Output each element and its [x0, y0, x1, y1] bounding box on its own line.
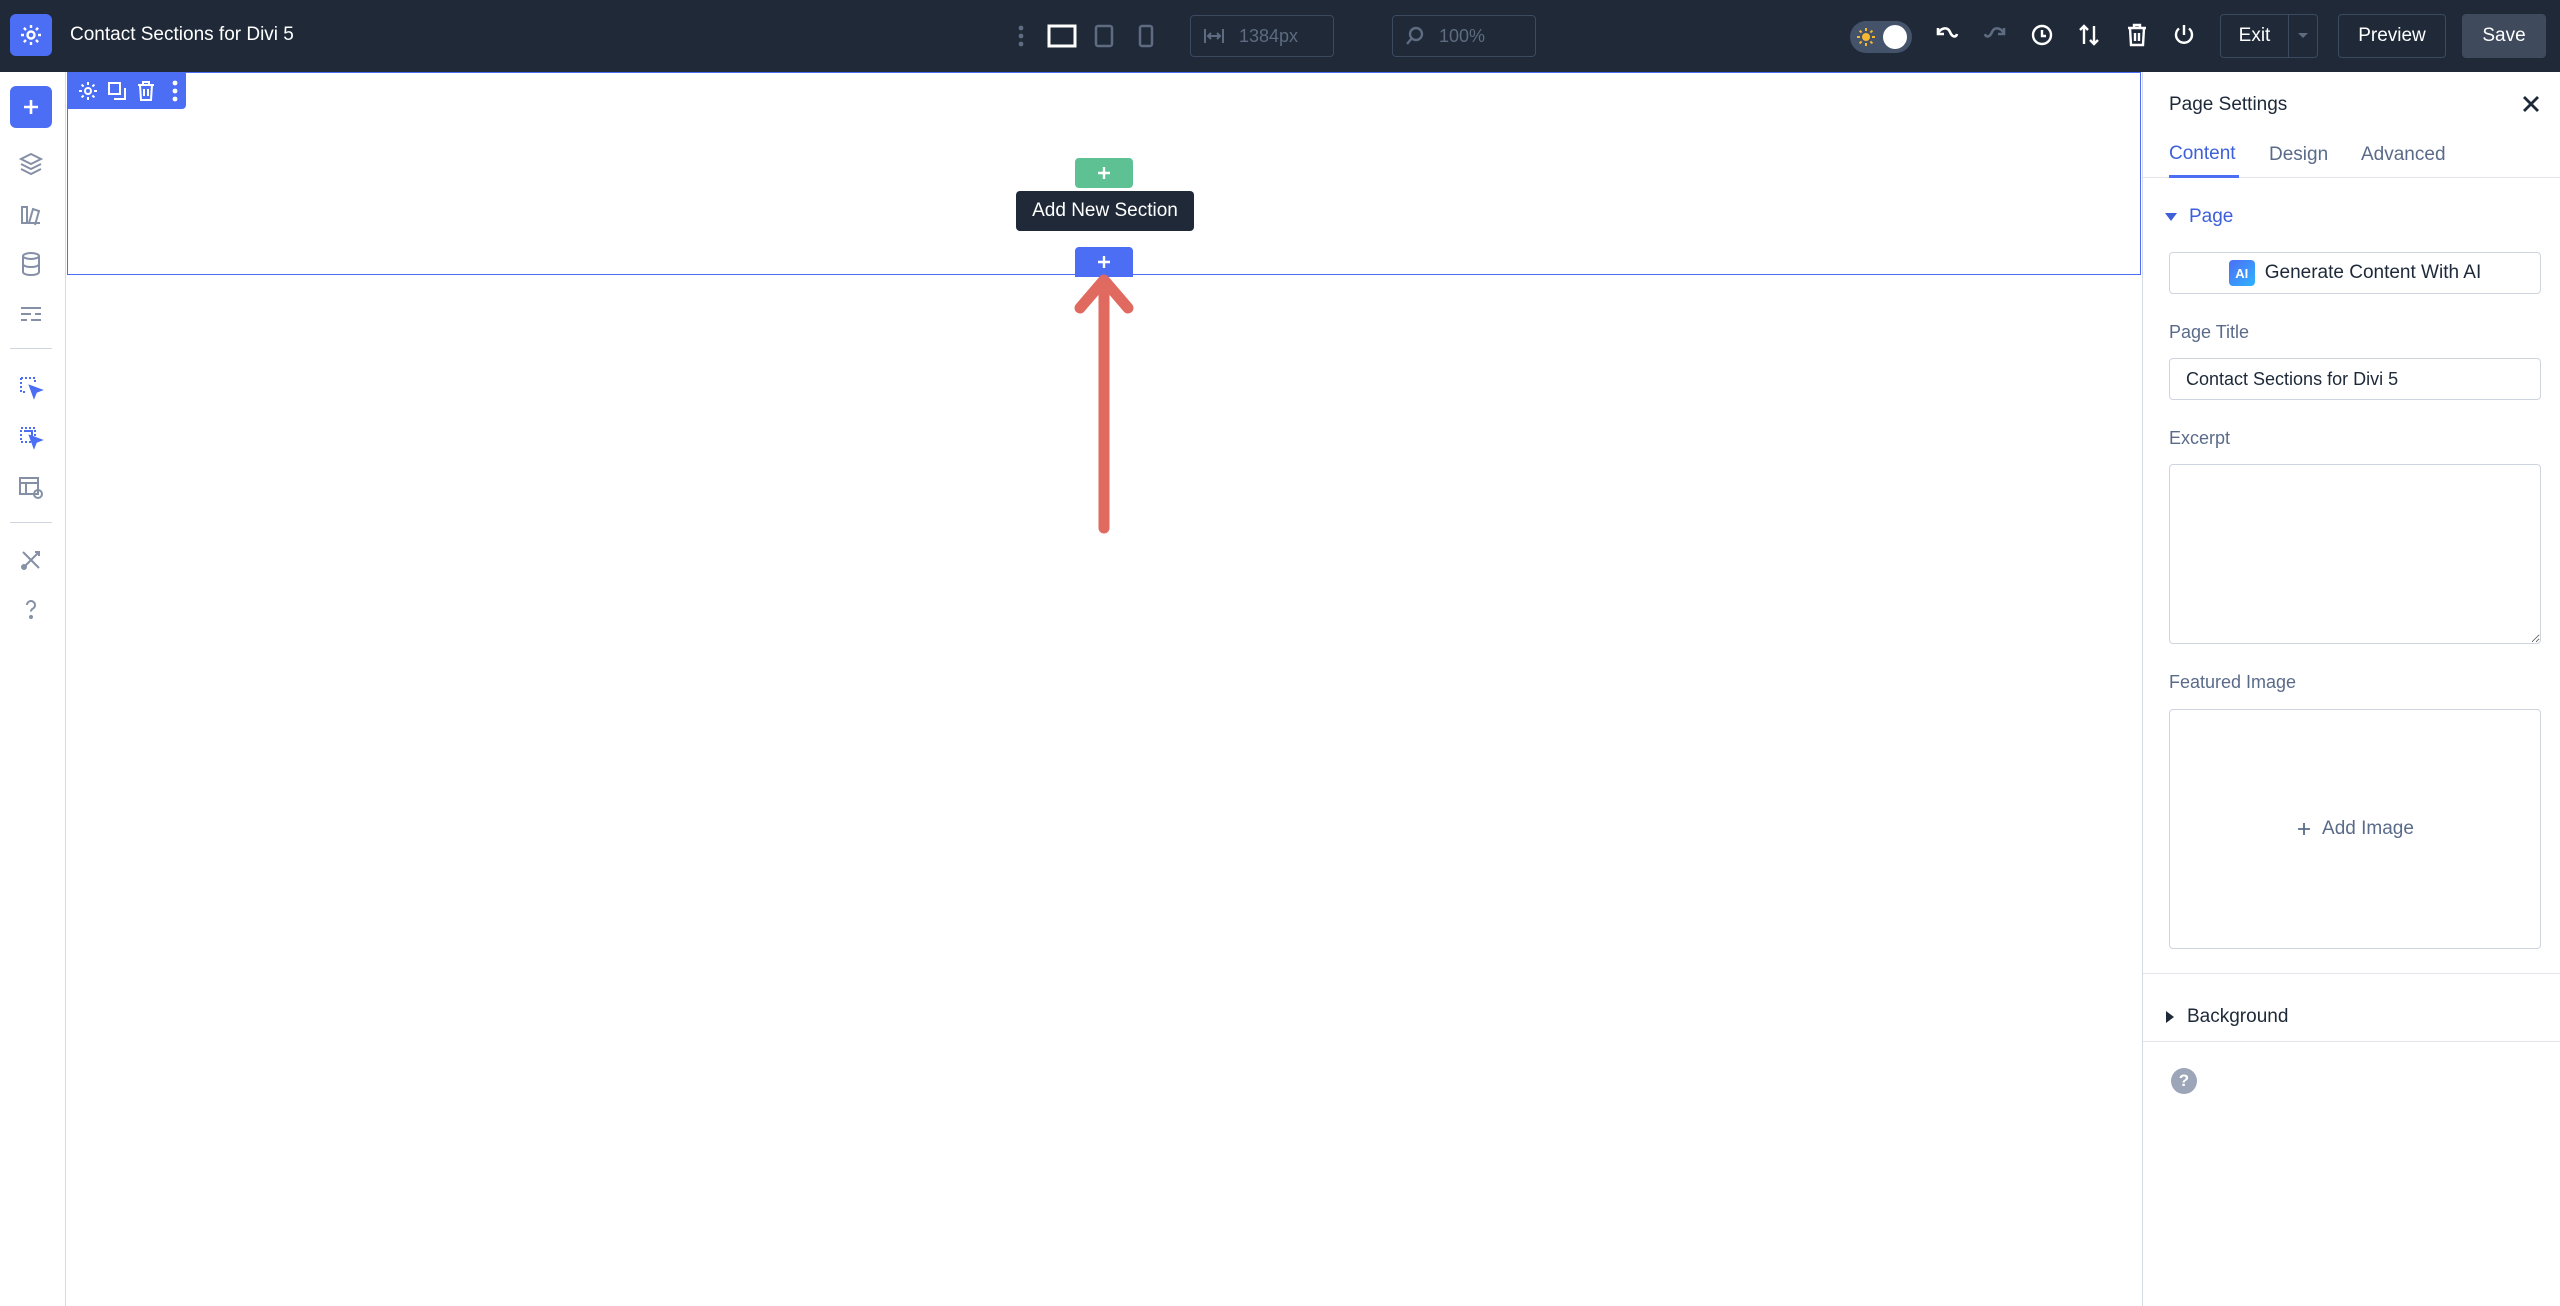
- excerpt-textarea[interactable]: [2169, 464, 2541, 644]
- exit-label: Exit: [2221, 15, 2289, 57]
- preview-button[interactable]: Preview: [2338, 14, 2446, 58]
- generate-content-ai-button[interactable]: AI Generate Content With AI: [2169, 252, 2541, 294]
- phone-view-icon[interactable]: [1133, 22, 1159, 50]
- width-arrows-icon: [1204, 29, 1224, 43]
- zoom-field[interactable]: 100%: [1392, 15, 1536, 57]
- more-options-icon[interactable]: [1010, 22, 1032, 50]
- zoom-icon: [1406, 26, 1424, 45]
- add-image-label: Add Image: [2322, 818, 2414, 839]
- trash-icon[interactable]: [2122, 20, 2152, 50]
- desktop-view-icon[interactable]: [1046, 22, 1078, 50]
- add-section-tooltip: Add New Section: [1016, 191, 1194, 231]
- plus-icon: [1098, 256, 1110, 268]
- add-row-button[interactable]: [1075, 158, 1133, 188]
- tablet-view-icon[interactable]: [1090, 22, 1118, 50]
- gear-icon: [21, 25, 41, 45]
- click-mode-icon[interactable]: [13, 370, 49, 406]
- panel-tabs: Content Design Advanced: [2143, 132, 2560, 178]
- portability-icon[interactable]: [2074, 20, 2104, 50]
- theme-toggle[interactable]: [1850, 21, 1912, 53]
- tab-advanced[interactable]: Advanced: [2361, 132, 2446, 178]
- canvas-width-field[interactable]: 1384px: [1190, 15, 1334, 57]
- close-icon[interactable]: [2517, 90, 2545, 118]
- tools-icon[interactable]: [13, 542, 49, 578]
- ai-button-label: Generate Content With AI: [2264, 262, 2482, 283]
- page-title-label: Page Title: [2169, 322, 2250, 342]
- plus-icon: [1098, 167, 1110, 179]
- section-settings-icon[interactable]: [77, 79, 98, 103]
- builder-canvas[interactable]: Add New Section: [66, 72, 2142, 1306]
- section-more-icon[interactable]: [165, 79, 186, 103]
- database-icon[interactable]: [13, 246, 49, 282]
- section-toolbar: [68, 73, 186, 109]
- sidebar-divider: [10, 522, 52, 523]
- plus-icon: [2298, 823, 2311, 835]
- undo-icon[interactable]: [1932, 20, 1962, 50]
- hover-mode-icon[interactable]: [13, 420, 49, 456]
- power-icon[interactable]: [2169, 20, 2199, 50]
- exit-dropdown-icon[interactable]: [2289, 15, 2317, 57]
- help-question-icon[interactable]: ?: [2171, 1068, 2197, 1094]
- group-page-label: Page: [2189, 206, 2234, 227]
- group-background-label: Background: [2187, 1006, 2289, 1027]
- divi-gear-logo-button[interactable]: [10, 14, 52, 56]
- page-title: Contact Sections for Divi 5: [70, 24, 294, 45]
- sidebar-divider: [10, 348, 52, 349]
- caret-right-icon: [2166, 1011, 2174, 1023]
- design-library-icon[interactable]: [13, 196, 49, 232]
- add-module-button[interactable]: [10, 86, 52, 128]
- excerpt-label: Excerpt: [2169, 428, 2231, 448]
- canvas-width-value: 1384px: [1239, 25, 1299, 46]
- left-sidebar: [0, 72, 66, 1306]
- plus-icon: [24, 100, 38, 114]
- featured-image-upload[interactable]: Add Image: [2169, 709, 2541, 949]
- annotation-arrow: [1074, 274, 1134, 534]
- panel-divider: [2143, 973, 2560, 974]
- featured-image-label: Featured Image: [2169, 672, 2297, 692]
- panel-title: Page Settings: [2169, 94, 2288, 115]
- save-button[interactable]: Save: [2462, 14, 2546, 58]
- history-icon[interactable]: [2027, 20, 2057, 50]
- redo-icon[interactable]: [1980, 20, 2010, 50]
- wireframe-view-icon[interactable]: [13, 470, 49, 506]
- group-page-toggle[interactable]: Page: [2165, 206, 2233, 228]
- group-background-toggle[interactable]: Background: [2165, 1006, 2288, 1028]
- page-title-input[interactable]: [2169, 358, 2541, 400]
- tab-design[interactable]: Design: [2269, 132, 2328, 178]
- zoom-value: 100%: [1439, 25, 1486, 46]
- section-duplicate-icon[interactable]: [106, 79, 127, 103]
- sun-icon: [1857, 28, 1875, 46]
- ai-icon: AI: [2228, 260, 2255, 286]
- caret-down-icon: [2165, 213, 2177, 221]
- page-settings-panel: Page Settings Content Design Advanced Pa…: [2142, 72, 2560, 1306]
- top-bar: Contact Sections for Divi 5 1384px 100%: [0, 0, 2560, 72]
- page-settings-icon[interactable]: [13, 296, 49, 332]
- help-icon[interactable]: [13, 592, 49, 628]
- toggle-knob: [1883, 25, 1907, 49]
- layers-icon[interactable]: [13, 146, 49, 182]
- panel-divider: [2143, 1041, 2560, 1042]
- exit-button[interactable]: Exit: [2220, 14, 2318, 58]
- section-delete-icon[interactable]: [136, 79, 157, 103]
- tab-content[interactable]: Content: [2169, 132, 2239, 178]
